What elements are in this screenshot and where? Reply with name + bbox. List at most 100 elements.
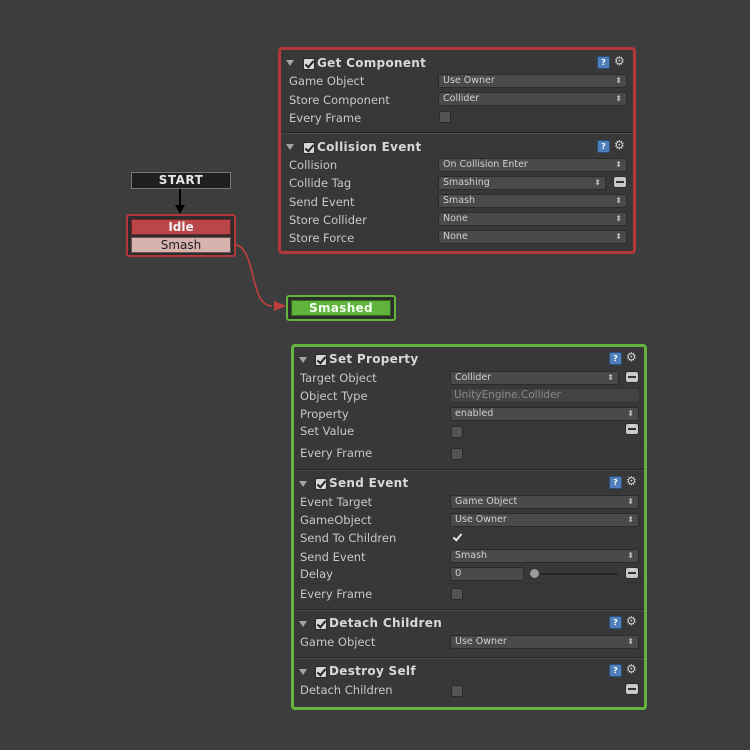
send-event-dropdown[interactable]: Smash ⬍ — [450, 549, 639, 563]
field-label: Property — [300, 407, 349, 421]
action-enabled-checkbox[interactable] — [303, 142, 315, 154]
field-label: Send Event — [300, 550, 366, 564]
game-object-dropdown[interactable]: Use Owner ⬍ — [438, 74, 627, 88]
action-title: Get Component — [317, 56, 427, 70]
help-book-icon[interactable]: ? — [609, 352, 622, 365]
set-value-checkbox[interactable] — [451, 426, 463, 438]
game-object-dropdown[interactable]: Use Owner ⬍ — [450, 635, 639, 649]
updown-arrow-icon: ⬍ — [615, 94, 622, 103]
action-enabled-checkbox[interactable] — [315, 478, 327, 490]
help-book-icon[interactable]: ? — [609, 476, 622, 489]
store-force-dropdown[interactable]: None ⬍ — [438, 230, 627, 244]
event-target-dropdown[interactable]: Game Object ⬍ — [450, 495, 639, 509]
updown-arrow-icon: ⬍ — [627, 409, 634, 418]
every-frame-checkbox[interactable] — [451, 588, 463, 600]
store-component-dropdown[interactable]: Collider ⬍ — [438, 92, 627, 106]
every-frame-checkbox[interactable] — [439, 111, 451, 123]
gear-icon[interactable]: ⚙ — [614, 55, 625, 67]
state-idle-title[interactable]: Idle — [131, 219, 231, 235]
updown-arrow-icon: ⬍ — [615, 232, 622, 241]
remove-button[interactable] — [625, 683, 639, 695]
state-smashed-title[interactable]: Smashed — [291, 300, 391, 316]
property-dropdown[interactable]: enabled ⬍ — [450, 407, 639, 421]
remove-button[interactable] — [625, 423, 639, 435]
action-detach-children-header[interactable]: Detach Children ? ⚙ — [294, 615, 644, 633]
dropdown-value: On Collision Enter — [443, 159, 528, 170]
send-event-dropdown[interactable]: Smash ⬍ — [438, 194, 627, 208]
gameobject-dropdown[interactable]: Use Owner ⬍ — [450, 513, 639, 527]
collapse-icon[interactable] — [299, 669, 307, 675]
target-object-dropdown[interactable]: Collider ⬍ — [450, 371, 619, 385]
dropdown-value: None — [443, 231, 468, 242]
smashed-actions-panel: Set Property ? ⚙ Target Object Collider ⬍… — [291, 344, 647, 710]
remove-button[interactable] — [625, 567, 639, 579]
detach-children-checkbox[interactable] — [451, 685, 463, 697]
field-label: Detach Children — [300, 683, 393, 697]
collapse-icon[interactable] — [299, 357, 307, 363]
help-book-icon[interactable]: ? — [609, 616, 622, 629]
updown-arrow-icon: ⬍ — [607, 373, 614, 382]
action-destroy-self-header[interactable]: Destroy Self ? ⚙ — [294, 663, 644, 681]
action-enabled-checkbox[interactable] — [315, 618, 327, 630]
object-type-field: UnityEngine.Collider — [450, 388, 640, 403]
divider — [294, 441, 644, 442]
action-title: Destroy Self — [329, 664, 416, 678]
field-label: Object Type — [300, 389, 368, 403]
field-label: Send Event — [289, 195, 355, 209]
field-label: Game Object — [289, 74, 365, 88]
field-label: Store Component — [289, 93, 390, 107]
action-collision-event-header[interactable]: Collision Event ? ⚙ — [281, 138, 633, 156]
collision-dropdown[interactable]: On Collision Enter ⬍ — [438, 158, 627, 172]
updown-arrow-icon: ⬍ — [594, 178, 601, 187]
send-to-children-checkbox[interactable] — [451, 531, 463, 543]
every-frame-checkbox[interactable] — [451, 448, 463, 460]
gear-icon[interactable]: ⚙ — [614, 139, 625, 151]
field-label: Send To Children — [300, 531, 397, 545]
gear-icon[interactable]: ⚙ — [626, 663, 637, 675]
field-label: Every Frame — [289, 111, 362, 125]
collapse-icon[interactable] — [286, 144, 294, 150]
help-book-icon[interactable]: ? — [597, 56, 610, 69]
action-enabled-checkbox[interactable] — [303, 58, 315, 70]
dropdown-value: Smash — [443, 195, 476, 206]
divider — [281, 133, 633, 134]
field-label: Collision — [289, 158, 338, 172]
gear-icon[interactable]: ⚙ — [626, 475, 637, 487]
delay-slider-track[interactable] — [530, 573, 618, 575]
transition-smash[interactable]: Smash — [131, 237, 231, 253]
action-set-property-header[interactable]: Set Property ? ⚙ — [294, 351, 644, 369]
start-node[interactable]: START — [131, 172, 231, 189]
field-label: Event Target — [300, 495, 373, 509]
collapse-icon[interactable] — [286, 60, 294, 66]
updown-arrow-icon: ⬍ — [615, 196, 622, 205]
idle-actions-panel: Get Component ? ⚙ Game Object Use Owner ⬍… — [278, 47, 636, 254]
dropdown-value: Collider — [455, 372, 492, 383]
dropdown-value: Use Owner — [455, 514, 507, 525]
state-smashed[interactable]: Smashed — [286, 295, 396, 321]
collapse-icon[interactable] — [299, 481, 307, 487]
gear-icon[interactable]: ⚙ — [626, 615, 637, 627]
remove-button[interactable] — [625, 371, 639, 383]
delay-slider-thumb[interactable] — [529, 568, 540, 579]
help-book-icon[interactable]: ? — [597, 140, 610, 153]
state-idle[interactable]: Idle Smash — [126, 214, 236, 257]
action-get-component-header[interactable]: Get Component ? ⚙ — [281, 54, 633, 72]
collide-tag-dropdown[interactable]: Smashing ⬍ — [438, 176, 606, 190]
help-book-icon[interactable]: ? — [609, 664, 622, 677]
field-label: Collide Tag — [289, 176, 352, 190]
field-label: GameObject — [300, 513, 372, 527]
action-title: Detach Children — [329, 616, 443, 630]
action-send-event-header[interactable]: Send Event ? ⚙ — [294, 475, 644, 493]
smash-transition-link — [231, 243, 273, 307]
action-title: Collision Event — [317, 140, 422, 154]
action-enabled-checkbox[interactable] — [315, 666, 327, 678]
dropdown-value: Use Owner — [443, 75, 495, 86]
gear-icon[interactable]: ⚙ — [626, 351, 637, 363]
collapse-icon[interactable] — [299, 621, 307, 627]
smash-link-arrowhead — [274, 301, 286, 311]
action-enabled-checkbox[interactable] — [315, 354, 327, 366]
remove-button[interactable] — [613, 176, 627, 188]
store-collider-dropdown[interactable]: None ⬍ — [438, 212, 627, 226]
delay-input[interactable]: 0 — [450, 567, 524, 581]
updown-arrow-icon: ⬍ — [627, 637, 634, 646]
